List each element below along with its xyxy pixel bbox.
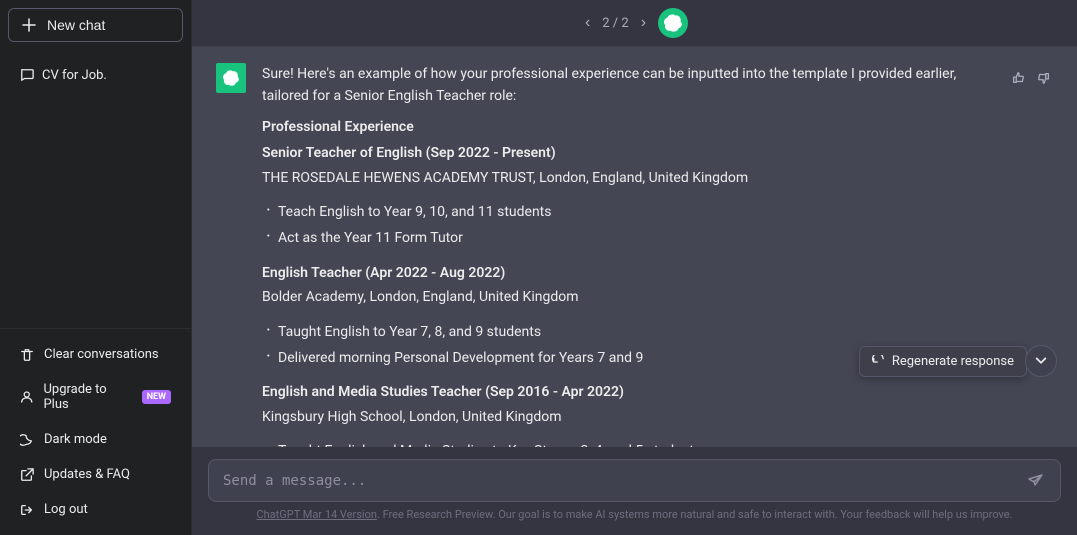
org-name-3: Kingsbury High School, London, United Ki… xyxy=(262,406,993,428)
plus-icon xyxy=(21,17,37,33)
edit-chat-button[interactable] xyxy=(135,66,151,84)
bullet-item: Taught English and Media Studies to Key … xyxy=(262,440,993,447)
assistant-message: Sure! Here's an example of how your prof… xyxy=(192,47,1077,447)
job-title-2: English Teacher (Apr 2022 - Aug 2022) xyxy=(262,262,993,284)
chatgpt-avatar xyxy=(658,8,688,38)
assistant-avatar xyxy=(216,63,246,93)
message-actions xyxy=(1009,63,1053,87)
chatgpt-logo-icon xyxy=(664,14,682,32)
updates-faq-label: Updates & FAQ xyxy=(44,467,130,482)
thumbs-up-button[interactable] xyxy=(1009,67,1027,87)
thumbs-down-button[interactable] xyxy=(1035,67,1053,87)
chat-history-item[interactable]: CV for Job. xyxy=(8,58,183,92)
footer-suffix: . Free Research Preview. Our goal is to … xyxy=(377,508,1013,521)
person-icon xyxy=(20,390,33,404)
sidebar-top: New chat xyxy=(0,0,191,50)
log-out-item[interactable]: Log out xyxy=(8,492,183,527)
job-title-1: Senior Teacher of English (Sep 2022 - Pr… xyxy=(262,142,993,164)
upgrade-label: Upgrade to Plus xyxy=(43,382,131,412)
log-out-label: Log out xyxy=(44,502,88,517)
chat-history: CV for Job. xyxy=(0,50,191,328)
bullet-item: Act as the Year 11 Form Tutor xyxy=(262,227,993,249)
nav-next-button[interactable]: › xyxy=(637,12,650,34)
message-input[interactable] xyxy=(223,469,1018,493)
new-chat-button[interactable]: New chat xyxy=(8,8,183,42)
nav-counter: 2 / 2 xyxy=(602,16,628,31)
bullet-item: Teach English to Year 9, 10, and 11 stud… xyxy=(262,201,993,223)
org-name-2: Bolder Academy, London, England, United … xyxy=(262,286,993,308)
logout-icon xyxy=(20,503,34,517)
bullet-item: Taught English to Year 7, 8, and 9 stude… xyxy=(262,321,993,343)
scroll-bottom-button[interactable] xyxy=(1025,345,1057,377)
section-title-professional: Professional Experience xyxy=(262,116,993,138)
regenerate-tooltip[interactable]: Regenerate response xyxy=(859,346,1027,377)
external-link-icon xyxy=(20,468,34,482)
nav-prev-button[interactable]: ‹ xyxy=(581,12,594,34)
gpt-icon xyxy=(223,70,239,86)
send-button[interactable] xyxy=(1026,468,1046,493)
intro-text: Sure! Here's an example of how your prof… xyxy=(262,63,993,108)
main-content: ‹ 2 / 2 › Sure! Here's an example of how… xyxy=(192,0,1077,535)
chevron-down-icon xyxy=(1034,354,1048,368)
chatgpt-version-link[interactable]: ChatGPT Mar 14 Version xyxy=(256,508,376,521)
upgrade-to-plus-item[interactable]: Upgrade to Plus NEW xyxy=(8,372,183,422)
org-name-1: THE ROSEDALE HEWENS ACADEMY TRUST, Londo… xyxy=(262,167,993,189)
chat-item-left: CV for Job. xyxy=(20,68,107,83)
dark-mode-item[interactable]: Dark mode xyxy=(8,422,183,457)
sidebar: New chat CV for Job. xyxy=(0,0,192,535)
moon-icon xyxy=(20,433,34,447)
new-chat-label: New chat xyxy=(47,17,105,33)
updates-faq-item[interactable]: Updates & FAQ xyxy=(8,457,183,492)
new-badge: NEW xyxy=(142,390,171,404)
clear-conversations-item[interactable]: Clear conversations xyxy=(8,337,183,372)
input-area: ChatGPT Mar 14 Version. Free Research Pr… xyxy=(192,447,1077,535)
bullets-1: Teach English to Year 9, 10, and 11 stud… xyxy=(262,201,993,250)
clear-conversations-label: Clear conversations xyxy=(44,347,159,362)
dark-mode-label: Dark mode xyxy=(44,432,107,447)
job-title-3: English and Media Studies Teacher (Sep 2… xyxy=(262,381,993,403)
messages-area[interactable]: Sure! Here's an example of how your prof… xyxy=(192,47,1077,447)
regenerate-label: Regenerate response xyxy=(892,354,1014,369)
send-icon xyxy=(1028,473,1044,489)
delete-chat-button[interactable] xyxy=(155,66,171,84)
input-wrapper xyxy=(208,459,1061,502)
bullets-3: Taught English and Media Studies to Key … xyxy=(262,440,993,447)
assistant-message-content: Sure! Here's an example of how your prof… xyxy=(262,63,993,447)
footer-text: ChatGPT Mar 14 Version. Free Research Pr… xyxy=(208,502,1061,529)
trash-icon xyxy=(20,348,34,362)
chat-item-label: CV for Job. xyxy=(42,68,107,83)
chat-icon xyxy=(20,68,34,82)
sidebar-bottom: Clear conversations Upgrade to Plus NEW … xyxy=(0,328,191,535)
regenerate-icon xyxy=(872,355,886,369)
chat-header: ‹ 2 / 2 › xyxy=(192,0,1077,47)
